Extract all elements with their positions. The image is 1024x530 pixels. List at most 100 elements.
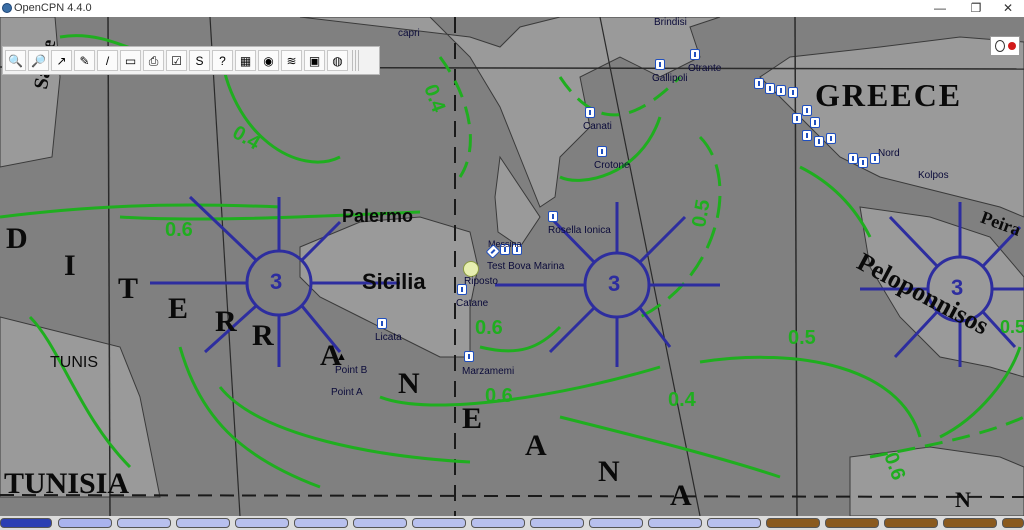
waypoint-icon[interactable] [858,157,868,168]
maximize-button[interactable]: ❐ [958,0,994,17]
settings-button[interactable]: ▣ [304,50,325,71]
chart-key[interactable] [766,518,820,528]
point-marker-icon[interactable]: ▲ [336,351,347,363]
land-greece [759,36,1024,218]
waypoint-icon[interactable] [464,351,474,362]
waypoint-icon[interactable] [765,83,775,94]
chart-key[interactable] [412,518,466,528]
label-tunis: TUNIS [50,354,98,371]
chart-key[interactable] [530,518,584,528]
label-brindisi: Brindisi [654,17,687,28]
contour-label: 0.5 [688,197,715,230]
chart-key[interactable] [589,518,643,528]
label-palermo: Palermo [342,206,414,226]
sea-letter: E [168,292,189,325]
waypoint-label: Catane [456,298,489,309]
wind-rose-number: 3 [951,275,964,300]
chart-key[interactable] [294,518,348,528]
contour-label: 0.5 [788,327,816,349]
sea-letter: R [252,319,274,352]
label-capri: capri [398,28,420,39]
chart-key[interactable] [0,518,52,528]
sea-letter: N [598,455,620,488]
waypoint-label: Canati [583,121,612,132]
contour-label: 0.6 [475,317,503,339]
contour-label: 0.6 [485,385,513,407]
dashboard-button[interactable]: ◉ [258,50,279,71]
label-tunisia: TUNISIA [4,467,130,500]
waypoint-icon[interactable] [776,85,786,96]
contour-label: 0.4 [668,389,696,411]
info-button[interactable]: ? [212,50,233,71]
globe-button[interactable]: ◍ [327,50,348,71]
weather-button[interactable]: ▦ [235,50,256,71]
window-titlebar: OpenCPN 4.4.0 — ❐ ✕ [0,0,1024,18]
track-button[interactable]: S [189,50,210,71]
sea-letter: I [64,249,76,282]
label-greece: GREECE [815,77,963,113]
waypoint-icon[interactable] [810,117,820,128]
chart-key[interactable] [943,518,997,528]
waypoint-icon[interactable] [792,113,802,124]
route-button[interactable]: ↗ [51,50,72,71]
chart-key[interactable] [707,518,761,528]
chart-key[interactable] [471,518,525,528]
wind-rose-number: 3 [608,271,621,296]
sea-letter: N [398,367,420,400]
chart-key[interactable] [353,518,407,528]
waypoint-icon[interactable] [754,78,764,89]
print-button[interactable]: ⎙ [143,50,164,71]
compass-widget[interactable] [990,36,1020,56]
waypoint-label: Crotone [594,160,630,171]
land-crete-edge [849,446,1024,516]
chart-key[interactable] [648,518,702,528]
toolbar-grip[interactable] [352,50,360,71]
waypoint-icon[interactable] [802,105,812,116]
waypoint-icon[interactable] [788,87,798,98]
waypoint-icon[interactable] [548,211,558,222]
waypoint-icon[interactable] [690,49,700,60]
ais-button[interactable]: ✎ [74,50,95,71]
waypoint-label: Test Bova Marina [487,261,565,272]
waypoint-icon[interactable] [802,130,812,141]
waypoint-icon[interactable] [814,136,824,147]
chart-key[interactable] [825,518,879,528]
sea-letter: A [525,429,547,462]
waypoint-icon[interactable] [585,107,595,118]
waypoint-icon[interactable] [377,318,387,329]
waypoint-icon[interactable] [826,133,836,144]
chart-canvas[interactable]: GREECE TUNISIA TUNIS Sicilia Palermo Pel… [0,17,1024,516]
sea-letter: A [670,479,692,512]
waypoint-label: Marzamemi [462,366,515,377]
chart-bar-button[interactable]: ▭ [120,50,141,71]
sea-letter: T [118,272,139,305]
route-manager-button[interactable]: ☑ [166,50,187,71]
layers-button[interactable]: ≋ [281,50,302,71]
waypoint-label: Point A [331,387,363,398]
waypoint-icon[interactable] [848,153,858,164]
ownship-icon[interactable] [463,261,479,277]
chart-key[interactable] [884,518,938,528]
chart-key[interactable] [235,518,289,528]
chart-key[interactable] [176,518,230,528]
measure-button[interactable]: / [97,50,118,71]
sea-letter: N [955,487,971,512]
contour-label: 0.5 [1000,317,1024,337]
sea-letter: R [215,305,237,338]
waypoint-label: Point B [335,365,368,376]
contour-label: 0.6 [165,219,193,241]
minimize-button[interactable]: — [922,0,958,17]
opencpn-app-icon [2,3,12,13]
waypoint-icon[interactable] [597,146,607,157]
waypoint-icon[interactable] [457,284,467,295]
zoom-in-button[interactable]: 🔍 [5,50,26,71]
waypoint-icon[interactable] [655,59,665,70]
chart-key[interactable] [117,518,171,528]
close-button[interactable]: ✕ [990,0,1024,17]
window-title: OpenCPN 4.4.0 [14,2,92,14]
chart-key[interactable] [1002,518,1024,528]
zoom-out-button[interactable]: 🔎 [28,50,49,71]
main-toolbar: 🔍 🔎 ↗ ✎ / ▭ ⎙ ☑ S ? ▦ ◉ ≋ ▣ ◍ [2,46,380,75]
waypoint-label: Kolpos [918,170,949,181]
chart-key[interactable] [58,518,112,528]
